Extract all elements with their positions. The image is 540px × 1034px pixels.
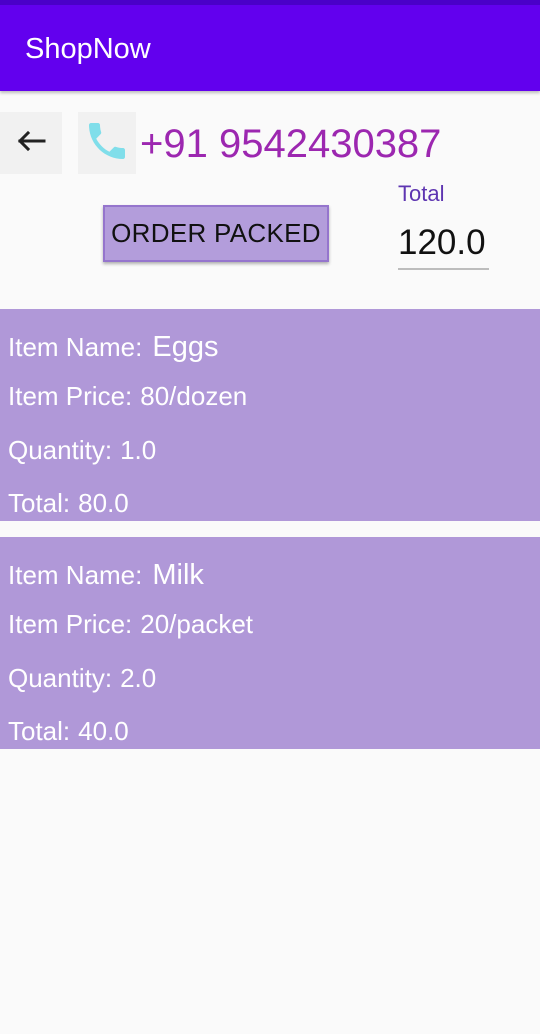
item-total-label: Total: <box>8 488 71 518</box>
item-price-label: Item Price: <box>8 609 133 639</box>
phone-icon <box>83 116 131 171</box>
status-strip <box>0 0 540 5</box>
item-price-row: Item Price: 20/packet <box>8 608 253 640</box>
item-card: Item Name: Milk Item Price: 20/packet Quan… <box>0 537 540 749</box>
item-name-label: Item Name: <box>8 332 143 362</box>
order-packed-button[interactable]: ORDER PACKED <box>103 205 329 262</box>
item-total-value: 40.0 <box>78 716 129 746</box>
quantity-label: Quantity: <box>8 663 113 693</box>
item-total-label: Total: <box>8 716 71 746</box>
total-label: Total <box>398 181 445 206</box>
item-name-row: Item Name: Eggs <box>8 331 218 363</box>
item-name-value: Eggs <box>152 331 219 363</box>
quantity-value: 2.0 <box>120 663 157 693</box>
total-value: 120.0 <box>398 220 489 270</box>
quantity-label: Quantity: <box>8 435 113 465</box>
item-total-value: 80.0 <box>78 488 129 518</box>
item-name-label: Item Name: <box>8 560 143 590</box>
quantity-value: 1.0 <box>120 435 157 465</box>
item-price-value: 20/packet <box>140 609 253 639</box>
phone-number[interactable]: +91 9542430387 <box>140 118 441 170</box>
back-button[interactable] <box>0 112 62 174</box>
quantity-row: Quantity: 1.0 <box>8 434 156 466</box>
app-bar: ShopNow <box>0 0 540 91</box>
item-price-row: Item Price: 80/dozen <box>8 380 247 412</box>
item-total-row: Total: 80.0 <box>8 487 129 519</box>
item-card: Item Name: Eggs Item Price: 80/dozen Quant… <box>0 309 540 521</box>
call-button[interactable] <box>78 112 136 174</box>
item-name-row: Item Name: Milk <box>8 559 204 591</box>
app-title: ShopNow <box>25 33 151 65</box>
quantity-row: Quantity: 2.0 <box>8 662 156 694</box>
arrow-left-icon <box>16 130 46 157</box>
item-name-value: Milk <box>152 559 204 591</box>
item-price-label: Item Price: <box>8 381 133 411</box>
item-total-row: Total: 40.0 <box>8 715 129 747</box>
item-price-value: 80/dozen <box>140 381 248 411</box>
